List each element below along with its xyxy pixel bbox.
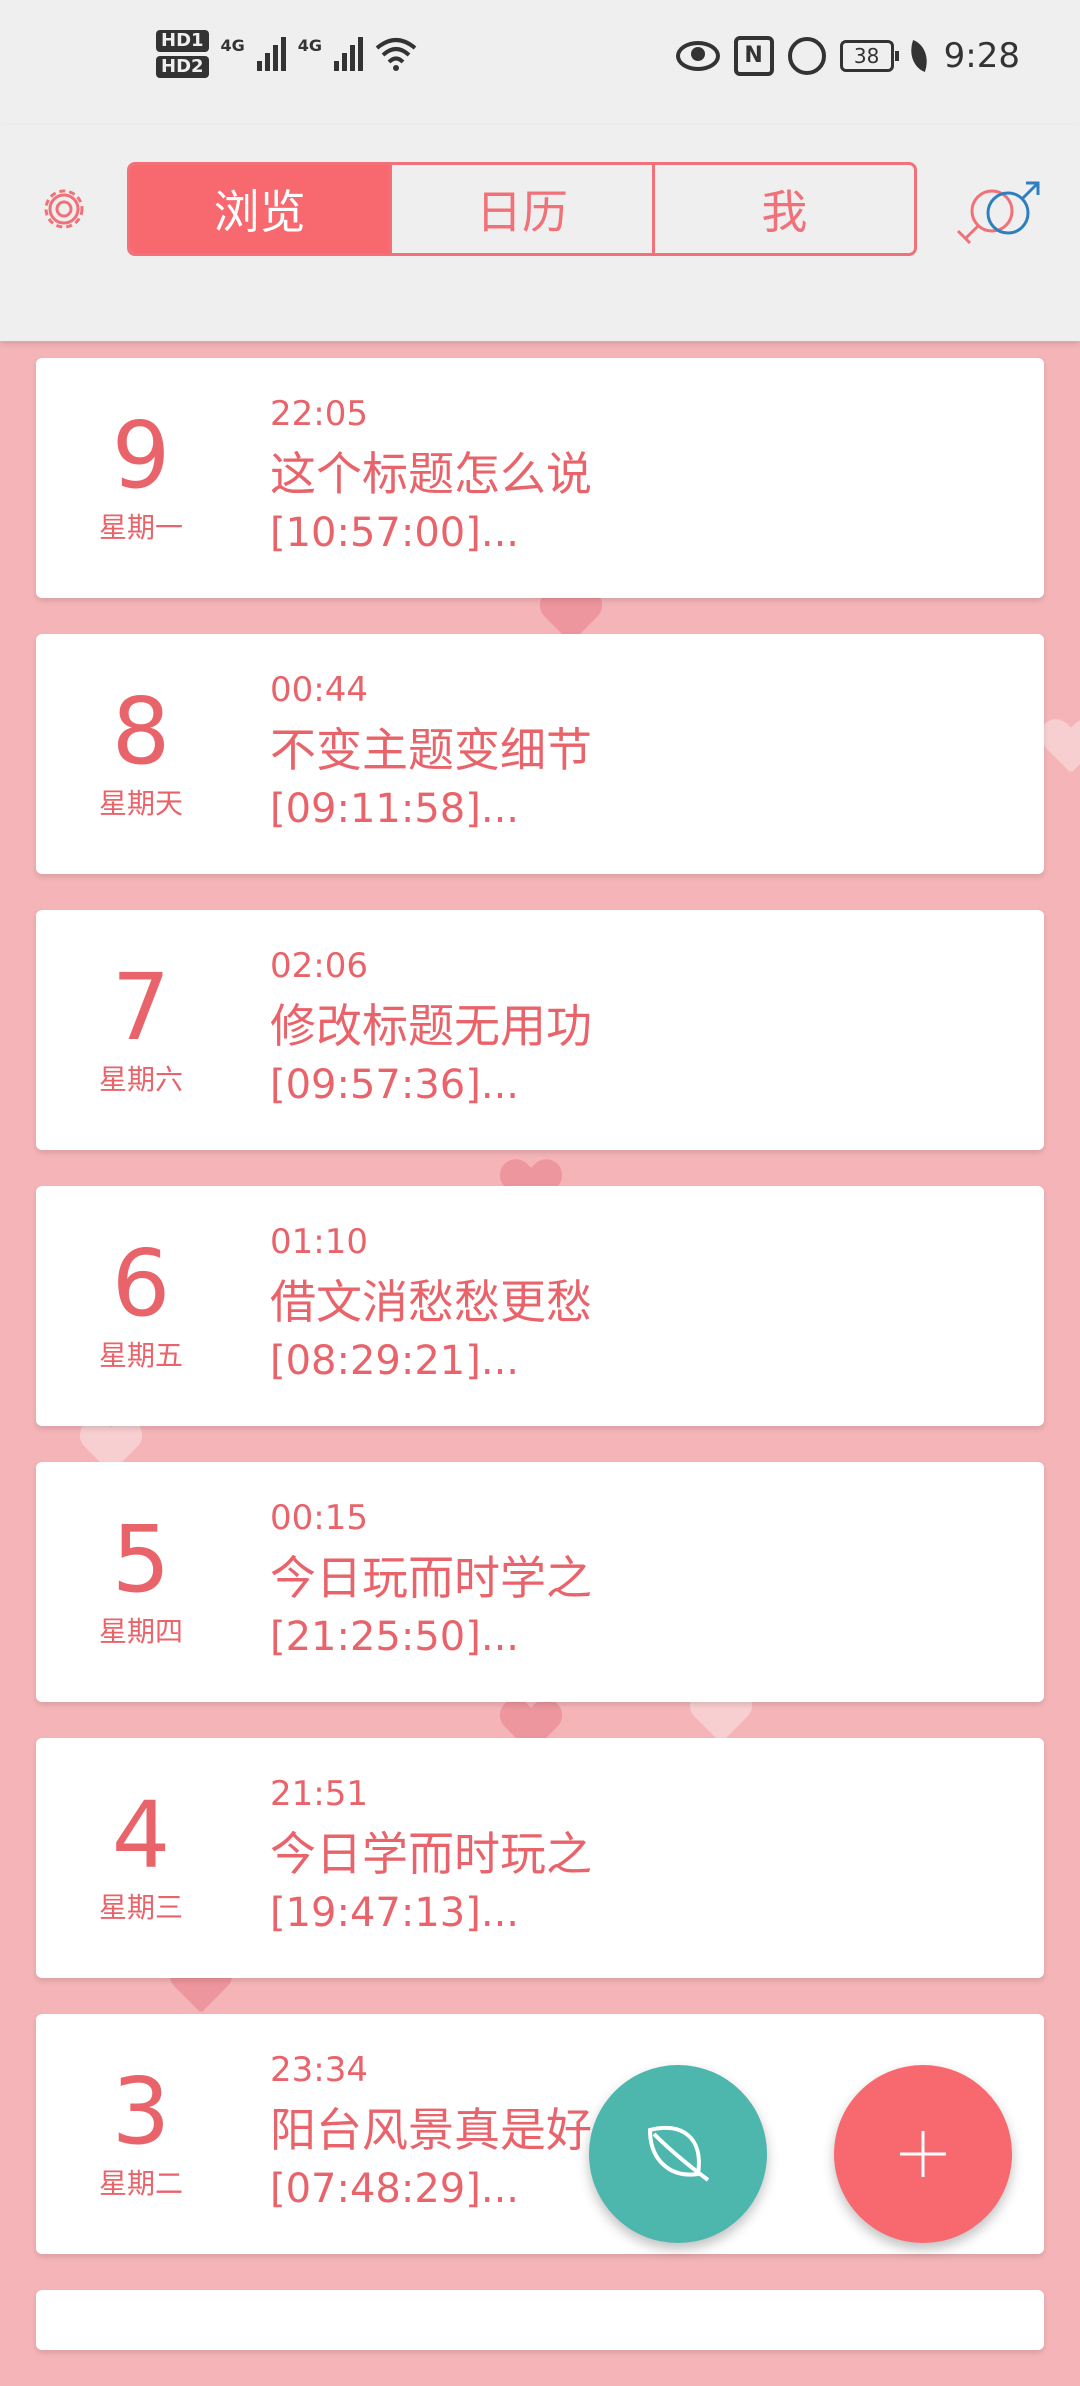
power-saving-icon [903, 40, 934, 72]
hd1-label: HD1 [156, 30, 209, 52]
entry-time: 01:10 [270, 1222, 368, 1262]
list-item[interactable]: 5 星期四 00:15 今日玩而时学之 [21:25:50]... [36, 1462, 1044, 1702]
entry-day: 9 [111, 402, 171, 509]
tab-me[interactable]: 我 [651, 165, 914, 253]
entry-title: 阳台风景真是好 [270, 2103, 592, 2157]
entry-weekday: 星期二 [98, 2167, 183, 2200]
list-item[interactable]: 7 星期六 02:06 修改标题无用功 [09:57:36]... [36, 910, 1044, 1150]
entry-snippet: [09:57:36]... [270, 1062, 520, 1108]
entry-title: 这个标题怎么说 [270, 447, 592, 501]
entry-weekday: 星期六 [98, 1063, 183, 1096]
status-bar-right: N 38 9:28 [675, 36, 1020, 76]
battery-icon: 38 [839, 40, 899, 72]
entry-snippet: [09:11:58]... [270, 786, 520, 832]
entry-day: 3 [111, 2058, 171, 2165]
entry-day: 7 [111, 954, 171, 1061]
entry-title: 今日玩而时学之 [270, 1551, 592, 1605]
hd-voice-indicator: HD1 HD2 [156, 30, 209, 78]
entry-weekday: 星期五 [98, 1339, 183, 1372]
tab-browse[interactable]: 浏览 [130, 165, 390, 253]
signal-strength-icon [256, 37, 286, 71]
gender-symbol-icon[interactable] [952, 177, 1046, 249]
list-item[interactable]: 8 星期天 00:44 不变主题变细节 [09:11:58]... [36, 634, 1044, 874]
entry-snippet: [19:47:13]... [270, 1890, 520, 1936]
nfc-icon: N [733, 36, 774, 76]
tab-calendar[interactable]: 日历 [389, 165, 651, 253]
entry-weekday: 星期四 [98, 1615, 183, 1648]
entry-time: 00:15 [270, 1498, 368, 1538]
add-entry-button[interactable] [834, 2065, 1012, 2243]
background-heart-decoration [1040, 720, 1080, 780]
leaf-icon [647, 2125, 710, 2182]
list-item-partial[interactable] [36, 2290, 1044, 2350]
entry-time: 00:44 [270, 670, 368, 710]
entry-weekday: 星期天 [98, 787, 183, 820]
hd2-label: HD2 [156, 56, 209, 78]
list-item[interactable]: 4 星期三 21:51 今日学而时玩之 [19:47:13]... [36, 1738, 1044, 1978]
entry-title: 不变主题变细节 [270, 723, 592, 777]
signal-strength-icon-2 [334, 37, 364, 71]
entry-day: 6 [111, 1230, 171, 1337]
entry-time: 22:05 [270, 394, 368, 434]
entry-day: 8 [111, 678, 171, 785]
entry-time: 23:34 [270, 2050, 368, 2090]
app-header: 浏览 日历 我 [0, 125, 1080, 341]
entry-snippet: [21:25:50]... [270, 1614, 520, 1660]
eye-comfort-icon [675, 41, 720, 71]
plus-icon [900, 2131, 946, 2177]
network-type-label: 4G [220, 35, 245, 55]
entry-snippet: [07:48:29]... [270, 2166, 520, 2212]
list-item[interactable]: 6 星期五 01:10 借文消愁愁更愁 [08:29:21]... [36, 1186, 1044, 1426]
alarm-icon [787, 37, 826, 75]
entry-time: 21:51 [270, 1774, 368, 1814]
list-item[interactable]: 9 星期一 22:05 这个标题怎么说 [10:57:00]... [36, 358, 1044, 598]
entry-day: 4 [111, 1782, 171, 1889]
entry-title: 修改标题无用功 [270, 999, 592, 1053]
entry-title: 今日学而时玩之 [270, 1827, 592, 1881]
leaf-fab-button[interactable] [589, 2065, 767, 2243]
clock: 9:28 [943, 36, 1020, 76]
entry-day: 5 [111, 1506, 171, 1613]
entry-weekday: 星期三 [98, 1891, 183, 1924]
entry-weekday: 星期一 [98, 511, 183, 544]
wifi-icon [375, 38, 417, 71]
gear-icon[interactable] [36, 181, 92, 237]
entry-time: 02:06 [270, 946, 368, 986]
status-bar-left: HD1 HD2 4G 4G [156, 30, 417, 78]
entry-snippet: [08:29:21]... [270, 1338, 520, 1384]
entry-title: 借文消愁愁更愁 [270, 1275, 592, 1329]
network-type-label-2: 4G [297, 35, 323, 55]
status-bar: HD1 HD2 4G 4G N 38 9:28 [0, 0, 1080, 125]
entry-snippet: [10:57:00]... [270, 510, 520, 556]
view-switcher-tabs: 浏览 日历 我 [127, 162, 917, 256]
